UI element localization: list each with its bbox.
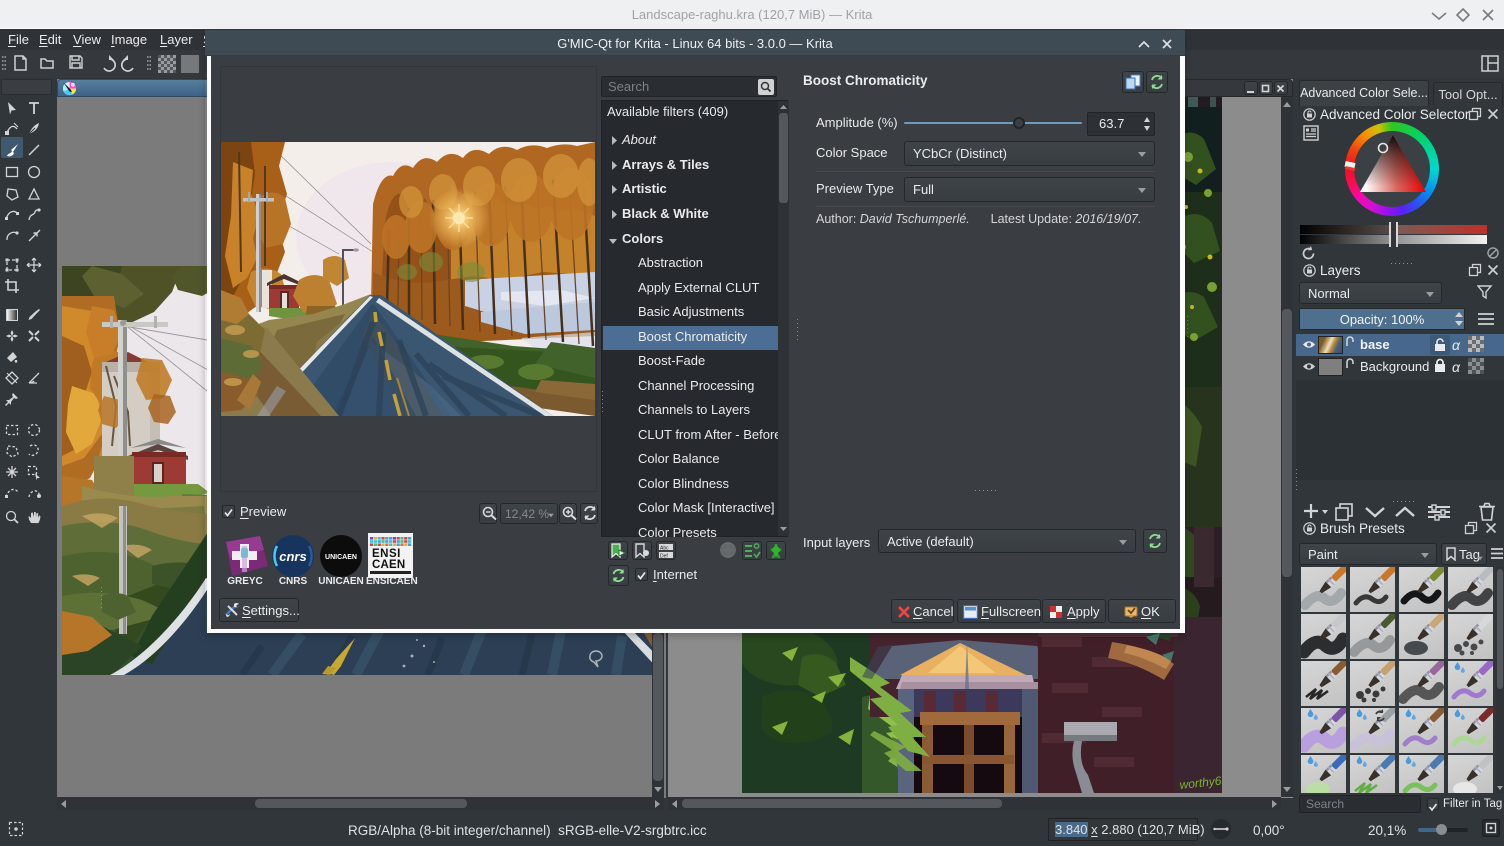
svg-text:Abc: Abc [660,546,669,552]
svg-text:Def: Def [660,554,668,560]
svg-text:cnrs: cnrs [279,549,306,564]
svg-text:UNІCAEN: UNІCAEN [325,554,357,561]
svg-text:CAEN: CAEN [372,559,405,571]
